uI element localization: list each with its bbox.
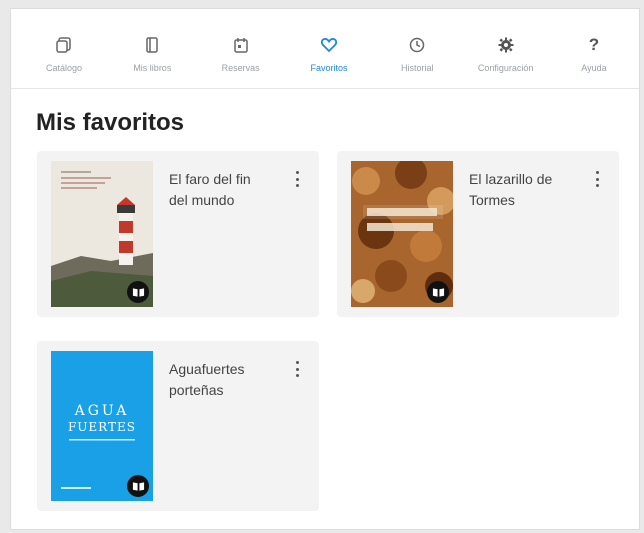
nav-label: Reservas: [221, 63, 260, 73]
help-glyph: ?: [588, 35, 600, 54]
nav-label: Configuración: [477, 63, 534, 73]
nav-item-configuracion[interactable]: Configuración: [471, 35, 541, 73]
nav-item-mis-libros[interactable]: Mis libros: [117, 35, 187, 73]
book-title[interactable]: Aguafuertes porteñas: [169, 359, 269, 401]
nav-item-ayuda[interactable]: ? Ayuda: [559, 35, 629, 74]
favorite-card[interactable]: AGUA FUERTES Aguafuertes porteñas: [37, 341, 319, 511]
nav-label: Historial: [401, 63, 434, 73]
lighthouse-cover[interactable]: [51, 161, 153, 307]
lazarillo-cover[interactable]: [351, 161, 453, 307]
favorite-card[interactable]: El faro del fin del mundo: [37, 151, 319, 317]
nav-label: Ayuda: [581, 63, 607, 73]
open-book-icon: [127, 281, 149, 303]
open-book-icon: [427, 281, 449, 303]
more-options-icon[interactable]: [593, 171, 601, 187]
book-title[interactable]: El lazarillo de Tormes: [469, 169, 569, 211]
aguafuertes-cover[interactable]: AGUA FUERTES: [51, 351, 153, 501]
gear-icon: [495, 35, 517, 55]
book-icon: [141, 35, 163, 55]
nav-item-reservas[interactable]: Reservas: [206, 35, 276, 73]
cover-text-line2: FUERTES: [68, 420, 136, 434]
nav-item-historial[interactable]: Historial: [382, 35, 452, 73]
page-title: Mis favoritos: [36, 109, 185, 136]
more-options-icon[interactable]: [293, 171, 301, 187]
help-icon: ?: [583, 35, 605, 55]
calendar-icon: [230, 35, 252, 55]
book-title[interactable]: El faro del fin del mundo: [169, 169, 269, 211]
history-icon: [406, 35, 428, 55]
app-frame: Catálogo Mis libros Reservas Favoritos H…: [10, 8, 640, 530]
nav-label: Catálogo: [45, 63, 83, 73]
open-book-icon: [127, 475, 149, 497]
nav-label: Favoritos: [310, 63, 348, 73]
catalog-icon: [53, 35, 75, 55]
nav-item-favoritos[interactable]: Favoritos: [294, 35, 364, 73]
more-options-icon[interactable]: [293, 361, 301, 377]
heart-icon: [318, 35, 340, 55]
favorite-card[interactable]: El lazarillo de Tormes: [337, 151, 619, 317]
top-navigation: Catálogo Mis libros Reservas Favoritos H…: [11, 9, 639, 89]
nav-item-catalogo[interactable]: Catálogo: [29, 35, 99, 73]
nav-label: Mis libros: [133, 63, 172, 73]
cover-text-line1: AGUA: [74, 403, 130, 419]
